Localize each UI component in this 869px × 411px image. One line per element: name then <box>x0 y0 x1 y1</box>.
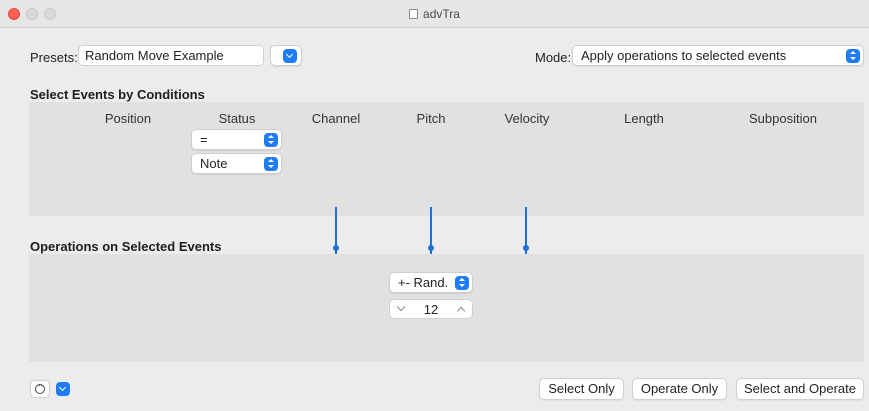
column-header-pitch: Pitch <box>416 111 446 126</box>
status-condition-value: = <box>200 132 208 147</box>
status-value-text: Note <box>200 156 228 171</box>
velocity-range-handle[interactable] <box>523 245 529 251</box>
operations-section-title: Operations on Selected Events <box>30 239 222 254</box>
pitch-range-handle[interactable] <box>428 245 434 251</box>
title-bar: advTra <box>0 0 869 28</box>
up-down-stepper-icon <box>264 133 278 147</box>
up-down-stepper-icon <box>846 49 860 63</box>
mode-label: Mode: <box>535 50 572 65</box>
mode-popup[interactable]: Apply operations to selected events <box>572 45 864 66</box>
pitch-operation-value: +- Rand. <box>398 275 449 290</box>
pitch-operation-popup[interactable]: +- Rand. <box>389 272 473 293</box>
chevron-down-icon <box>283 49 297 63</box>
select-and-operate-button[interactable]: Select and Operate <box>736 378 864 400</box>
conditions-section-title: Select Events by Conditions <box>30 87 205 102</box>
presets-name-field[interactable]: Random Move Example <box>78 45 264 66</box>
document-icon <box>409 9 419 19</box>
column-header-status: Status <box>218 111 256 126</box>
status-value-popup[interactable]: Note <box>191 153 282 174</box>
column-header-position: Position <box>104 111 152 126</box>
up-down-stepper-icon <box>455 276 469 290</box>
presets-label: Presets: <box>30 50 78 65</box>
operate-only-button[interactable]: Operate Only <box>632 378 727 400</box>
window-title-text: advTra <box>423 7 460 21</box>
up-down-stepper-icon <box>264 157 278 171</box>
status-condition-popup[interactable]: = <box>191 129 282 150</box>
column-header-subposition: Subposition <box>749 111 817 126</box>
action-ellipsis-icon <box>35 380 45 394</box>
pitch-operation-amount-field[interactable]: 12 <box>389 299 473 319</box>
chevron-down-icon[interactable] <box>56 382 70 396</box>
column-header-length: Length <box>624 111 664 126</box>
column-header-velocity: Velocity <box>504 111 550 126</box>
select-only-button[interactable]: Select Only <box>539 378 624 400</box>
presets-menu-button[interactable] <box>270 45 302 66</box>
mode-popup-value: Apply operations to selected events <box>581 48 787 63</box>
channel-range-handle[interactable] <box>333 245 339 251</box>
window-title: advTra <box>0 7 869 21</box>
action-menu-button[interactable] <box>30 380 50 398</box>
column-header-channel: Channel <box>311 111 361 126</box>
